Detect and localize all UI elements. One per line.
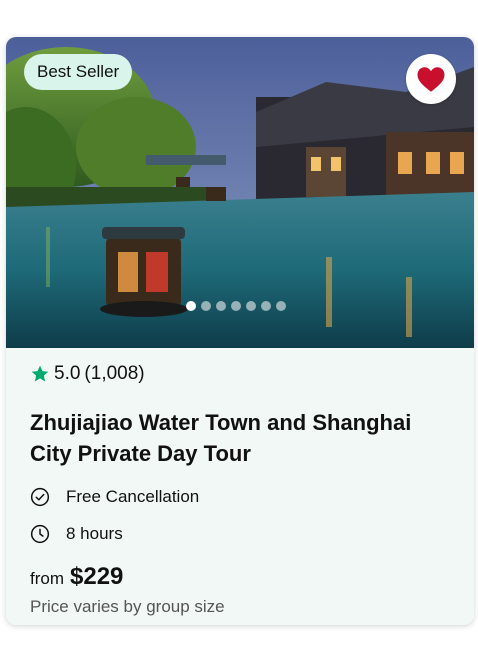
feature-free-cancellation: Free Cancellation: [30, 485, 450, 509]
favorite-button[interactable]: [406, 54, 456, 104]
clock-icon: [30, 524, 50, 544]
carousel-dot[interactable]: [216, 301, 226, 311]
rating-score: 5.0: [54, 363, 81, 384]
feature-label: 8 hours: [66, 524, 123, 543]
check-circle-icon: [30, 487, 50, 507]
carousel-dot[interactable]: [276, 301, 286, 311]
heart-icon: [417, 66, 445, 92]
price-note: Price varies by group size: [30, 597, 225, 616]
carousel-dot[interactable]: [261, 301, 271, 311]
price-prefix: from: [30, 569, 64, 588]
card-body: 5.0 (1,008) Zhujiajiao Water Town and Sh…: [6, 348, 474, 617]
star-icon: [31, 365, 49, 382]
tour-card[interactable]: Best Seller 5.0 (1,008) Zhujiajiao Water…: [6, 37, 474, 625]
carousel-dot[interactable]: [186, 301, 196, 311]
carousel-dot[interactable]: [231, 301, 241, 311]
tour-photo[interactable]: Best Seller: [6, 37, 474, 348]
rating-count: (1,008): [84, 363, 145, 384]
carousel-dot[interactable]: [246, 301, 256, 311]
price: from $229: [30, 563, 450, 591]
rating: 5.0 (1,008): [30, 361, 450, 387]
feature-duration: 8 hours: [30, 522, 450, 546]
feature-label: Free Cancellation: [66, 487, 200, 506]
tour-title[interactable]: Zhujiajiao Water Town and Shanghai City …: [30, 407, 450, 469]
price-amount: $229: [70, 563, 124, 590]
carousel-dot[interactable]: [201, 301, 211, 311]
best-seller-badge: Best Seller: [24, 54, 133, 90]
carousel-dots: [186, 301, 286, 311]
